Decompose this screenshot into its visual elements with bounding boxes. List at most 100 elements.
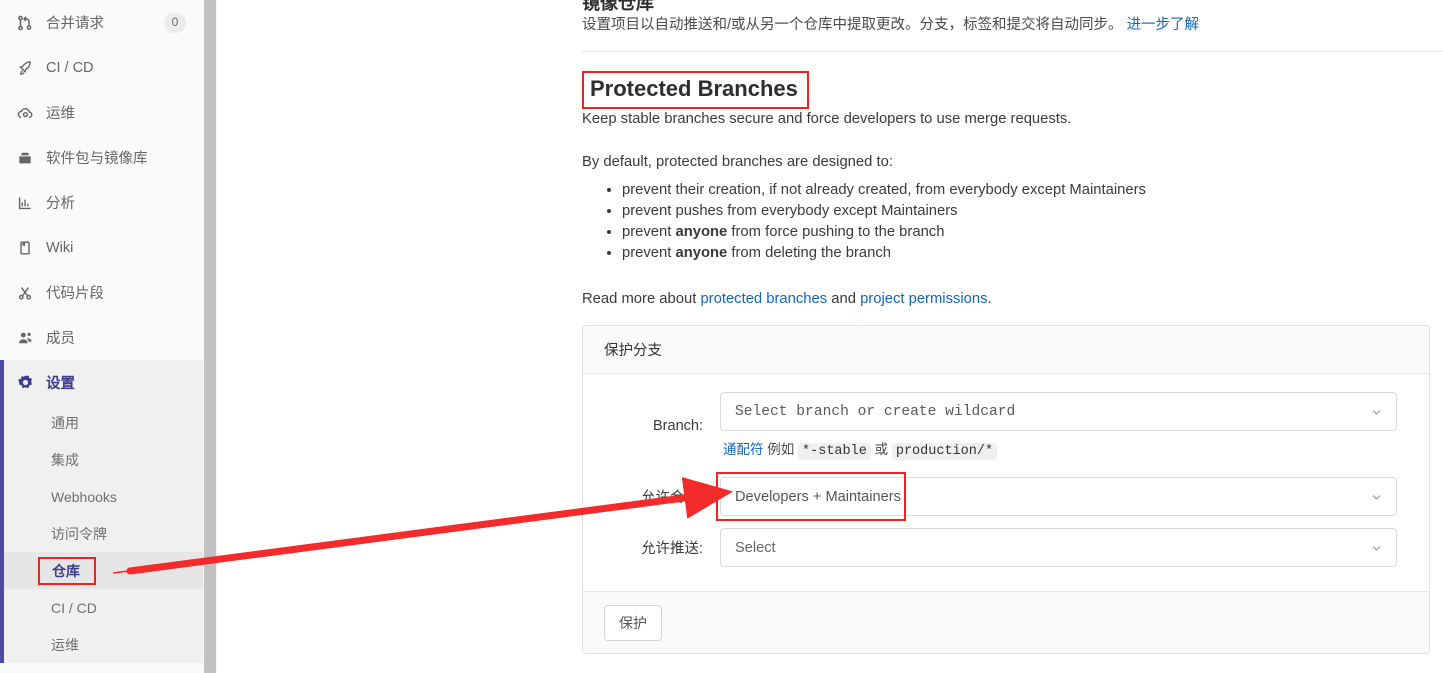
protected-branches-heading-wrapper: Protected Branches [582,71,809,109]
branch-field-col: Select branch or create wildcard 通配符 例如 … [720,392,1411,460]
push-field-col: Select [720,528,1411,567]
sidebar-subitem-label: Webhooks [51,488,117,505]
sidebar-subitem-integrations[interactable]: 集成 [4,441,203,478]
sidebar-subitem-label: CI / CD [51,599,97,616]
sidebar-subitem-ci-cd[interactable]: CI / CD [4,589,203,626]
list-item: prevent pushes from everybody except Mai… [622,201,1146,222]
sidebar-subitem-access-tokens[interactable]: 访问令牌 [4,515,203,552]
chevron-down-icon [1370,405,1383,418]
sidebar-item-label: Wiki [46,239,74,256]
bullet-pre: prevent [622,224,676,240]
protected-branch-rules-list: prevent their creation, if not already c… [582,180,1146,264]
rocket-icon [14,59,36,77]
chart-bar-icon [14,194,36,212]
sidebar-item-ci-cd[interactable]: CI / CD [0,45,203,90]
merge-field-col: Developers + Maintainers [716,472,1411,521]
branch-row: Branch: Select branch or create wildcard [583,392,1429,460]
sidebar-item-merge-requests[interactable]: 合并请求 0 [0,0,203,45]
keep-stable-text: Keep stable branches secure and force de… [582,111,1072,127]
merge-select-wrapper: Developers + Maintainers [716,472,1397,521]
mirroring-repositories-description: 设置项目以自动推送和/或从另一个仓库中提取更改。分支，标签和提交将自动同步。 进… [582,13,1199,34]
sidebar-item-label: 分析 [46,196,75,212]
allowed-to-push-row: 允许推送: Select [583,528,1429,567]
sidebar-item-label: 运维 [46,106,75,122]
page-title: Protected Branches [582,71,809,109]
panel-footer: 保护 [583,591,1429,653]
helper-mid-2: 或 [870,442,892,457]
protect-button[interactable]: 保护 [604,604,662,641]
sidebar-item-snippets[interactable]: 代码片段 [0,270,203,315]
sidebar-item-analytics[interactable]: 分析 [0,180,203,225]
branch-select[interactable]: Select branch or create wildcard [720,392,1397,431]
read-more-text: Read more about protected branches and p… [582,291,992,307]
merge-requests-count-badge: 0 [164,12,186,33]
sidebar-subitem-webhooks[interactable]: Webhooks [4,478,203,515]
sidebar-nav-list: 合并请求 0 CI / CD 运维 软件包与镜像库 分析 Wiki 代码片段 成… [0,0,203,360]
sidebar-subitem-label: 运维 [51,636,79,653]
sidebar-subitem-label: 通用 [51,414,79,431]
sidebar: 合并请求 0 CI / CD 运维 软件包与镜像库 分析 Wiki 代码片段 成… [0,0,203,673]
panel-body: Branch: Select branch or create wildcard [583,374,1429,591]
bullet-bold: anyone [675,224,728,240]
list-item: prevent anyone from force pushing to the… [622,222,1146,243]
main-content: 镜像仓库 设置项目以自动推送和/或从另一个仓库中提取更改。分支，标签和提交将自动… [217,0,1443,673]
protected-branches-link[interactable]: protected branches [700,291,827,307]
wildcard-helper-text: 通配符 例如 *-stable 或 production/* [720,438,1411,460]
chevron-down-icon [1370,541,1383,554]
sidebar-item-label: 成员 [46,331,75,347]
list-item: prevent their creation, if not already c… [622,180,1146,201]
read-more-prefix: Read more about [582,291,701,307]
bullet-bold: anyone [675,245,728,261]
project-permissions-link[interactable]: project permissions [860,291,987,307]
sidebar-subitem-label: 集成 [51,451,79,468]
list-item: prevent anyone from deleting the branch [622,243,1146,264]
section-divider [582,51,1442,52]
book-icon [14,239,36,257]
bullet-pre: prevent pushes from everybody except Mai… [622,203,958,219]
wildcard-example-1: *-stable [798,443,871,460]
by-default-text: By default, protected branches are desig… [582,154,893,170]
bullet-pre: prevent their creation, if not already c… [622,182,1146,198]
allowed-to-merge-value: Developers + Maintainers [735,488,901,505]
bullet-pre: prevent [622,245,676,261]
sidebar-item-packages-registries[interactable]: 软件包与镜像库 [0,135,203,180]
sidebar-subitem-repository[interactable]: 仓库 [4,552,203,589]
learn-more-link[interactable]: 进一步了解 [1127,17,1200,33]
sidebar-subitem-general[interactable]: 通用 [4,404,203,441]
branch-label: Branch: [653,417,703,434]
cloud-gear-icon [14,104,36,122]
wildcard-example-2: production/* [891,443,998,460]
allowed-to-merge-row: 允许合并: Developers + Maintainers [583,472,1429,521]
app-root: 合并请求 0 CI / CD 运维 软件包与镜像库 分析 Wiki 代码片段 成… [0,0,1443,673]
sidebar-item-members[interactable]: 成员 [0,315,203,360]
allowed-to-merge-select[interactable]: Developers + Maintainers [720,477,1397,516]
sidebar-item-wiki[interactable]: Wiki [0,225,203,270]
gear-icon [14,373,36,391]
allowed-to-push-value: Select [735,539,776,556]
scissors-icon [14,284,36,302]
sidebar-scrollbar-thumb[interactable] [204,0,216,673]
sidebar-item-settings[interactable]: 设置 [4,360,203,404]
wildcard-link[interactable]: 通配符 [723,442,764,457]
bullet-post: from force pushing to the branch [727,224,945,240]
mirroring-desc-text: 设置项目以自动推送和/或从另一个仓库中提取更改。分支，标签和提交将自动同步。 [582,17,1123,33]
sidebar-item-label: 代码片段 [46,286,104,302]
sidebar-section-settings: 设置 通用 集成 Webhooks 访问令牌 仓库 CI / CD 运维 [0,360,203,663]
allowed-to-push-select[interactable]: Select [720,528,1397,567]
chevron-down-icon [1370,490,1383,503]
read-more-middle: and [827,291,861,307]
sidebar-item-label: 合并请求 [46,16,104,32]
helper-mid-1: 例如 [763,442,799,457]
sidebar-item-operations[interactable]: 运维 [0,90,203,135]
sidebar-subitem-label: 访问令牌 [51,525,107,542]
bullet-post: from deleting the branch [727,245,891,261]
sidebar-subitem-label: 仓库 [38,556,96,585]
allowed-to-push-label: 允许推送: [640,541,703,557]
sidebar-subitem-operations[interactable]: 运维 [4,626,203,663]
protect-branch-panel: 保护分支 Branch: Select branch or create wil… [582,325,1430,654]
read-more-suffix: . [987,291,992,307]
package-icon [14,149,36,167]
panel-header: 保护分支 [583,326,1429,374]
branch-select-value: Select branch or create wildcard [735,403,1016,420]
sidebar-item-label: CI / CD [46,59,94,76]
